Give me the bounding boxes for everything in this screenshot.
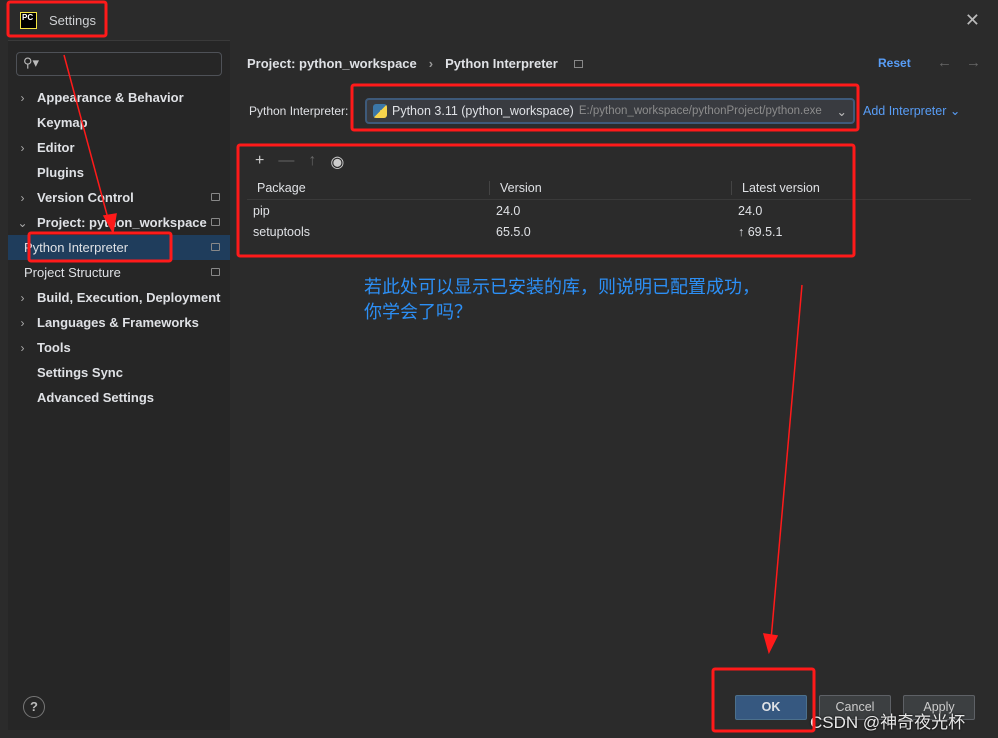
window-title: Settings [49,12,96,28]
sidebar: ⚲▾ › Appearance & Behavior Keymap › Editor Pl… [8,40,230,730]
annotation-text: 若此处可以显示已安装的库，则说明已配置成功，你学会了吗？ [364,277,760,322]
pin-icon [573,59,583,68]
sidebar-item[interactable]: ⌄ Project: python_workspace [8,210,230,235]
chevron-icon: › [20,140,25,155]
chevron-icon: › [20,340,25,355]
settings-dialog: PC Settings ✕ ⚲▾ › Appearance & Behavior K… [0,0,998,738]
cell-version: 24.0 [496,203,521,218]
sidebar-item[interactable]: Plugins [8,160,230,185]
interpreter-select[interactable]: Python 3.11 (python_workspace) E:/python… [365,98,855,124]
sidebar-item-label: Settings Sync [37,365,123,380]
settings-nav: › Appearance & Behavior Keymap › Editor Plugi… [8,85,230,410]
sidebar-item-label: Editor [37,140,75,155]
pin-icon [211,268,220,276]
sidebar-item-label: Version Control [37,190,134,205]
sidebar-item-label: Plugins [37,165,84,180]
sidebar-item-label: Keymap [37,115,88,130]
sidebar-item[interactable]: › Tools [8,335,230,360]
breadcrumb: Project: python_workspace › Python Inter… [247,56,583,71]
column-header-package[interactable]: Package [247,180,490,195]
pin-icon [211,243,220,251]
sidebar-item[interactable]: Settings Sync [8,360,230,385]
packages-table: Package Version Latest version pip 24.0 24… [247,176,971,242]
forward-arrow-icon[interactable]: → [966,54,995,71]
interpreter-path: E:/python_workspace/pythonProject/python… [578,105,822,117]
chevron-icon: ⌄ [17,215,28,230]
chevron-down-icon: ⌄ [832,103,847,119]
sidebar-item[interactable]: › Build, Execution, Deployment [8,285,230,310]
sidebar-item-label: Python Interpreter [24,240,129,255]
cell-package: setuptools [253,224,310,239]
sidebar-item[interactable]: › Editor [8,135,230,160]
sidebar-item[interactable]: › Languages & Frameworks [8,310,230,335]
eye-icon[interactable]: ◉ [330,152,344,172]
table-row[interactable]: setuptools 65.5.0 ↑ 69.5.1 [247,221,971,242]
cell-version: 65.5.0 [496,224,531,239]
sidebar-item-label: Tools [37,340,71,355]
reset-button[interactable]: Reset [878,56,911,70]
sidebar-item[interactable]: › Version Control [8,185,230,210]
add-interpreter-label: Add Interpreter [863,104,947,118]
breadcrumb-project: Project: python_workspace [247,56,417,71]
pycharm-logo-icon: PC [20,11,37,29]
table-row[interactable]: pip 24.0 24.0 [247,200,971,221]
sidebar-item-label: Project: python_workspace [37,215,207,230]
back-arrow-icon[interactable]: ← [937,54,966,71]
package-toolbar: + — ↑ ◉ [255,152,344,172]
pin-icon [211,193,220,201]
sidebar-item[interactable]: Keymap [8,110,230,135]
remove-icon[interactable]: — [278,152,294,172]
interpreter-label: Python Interpreter: [249,104,349,118]
upgrade-icon[interactable]: ↑ [308,152,316,172]
pin-icon [211,218,220,226]
cell-latest: ↑ 69.5.1 [738,224,783,239]
sidebar-item[interactable]: Project Structure [8,260,230,285]
search-input[interactable]: ⚲▾ [16,52,222,76]
cell-latest: 24.0 [738,203,763,218]
help-button[interactable]: ? [23,696,45,718]
watermark: CSDN @神奇夜光杯 [810,713,966,732]
sidebar-item-label: Appearance & Behavior [37,90,184,105]
python-icon [373,104,387,118]
sidebar-item-label: Languages & Frameworks [37,315,199,330]
add-interpreter-button[interactable]: Add Interpreter ⌄ [863,103,960,118]
column-header-version[interactable]: Version [490,180,732,195]
column-header-latest[interactable]: Latest version [732,181,971,195]
interpreter-name: Python 3.11 (python_workspace) [392,104,574,118]
sidebar-item-label: Advanced Settings [37,390,155,405]
sidebar-item[interactable]: Advanced Settings [8,385,230,410]
chevron-icon: › [20,290,25,305]
sidebar-item-label: Build, Execution, Deployment [37,290,221,305]
sidebar-item-label: Project Structure [24,265,121,280]
sidebar-item[interactable]: Python Interpreter [8,235,230,260]
sidebar-item[interactable]: › Appearance & Behavior [8,85,230,110]
add-icon[interactable]: + [255,152,264,172]
breadcrumb-separator: › [428,56,434,71]
ok-button[interactable]: OK [735,695,807,720]
chevron-icon: › [20,190,25,205]
breadcrumb-page: Python Interpreter [445,56,558,71]
chevron-icon: › [20,315,25,330]
title-bar: PC Settings ✕ [0,0,998,40]
cell-package: pip [253,203,270,218]
close-icon[interactable]: ✕ [965,10,980,31]
search-icon: ⚲▾ [23,55,40,70]
chevron-icon: › [20,90,25,105]
main-panel: Project: python_workspace › Python Inter… [237,40,998,680]
